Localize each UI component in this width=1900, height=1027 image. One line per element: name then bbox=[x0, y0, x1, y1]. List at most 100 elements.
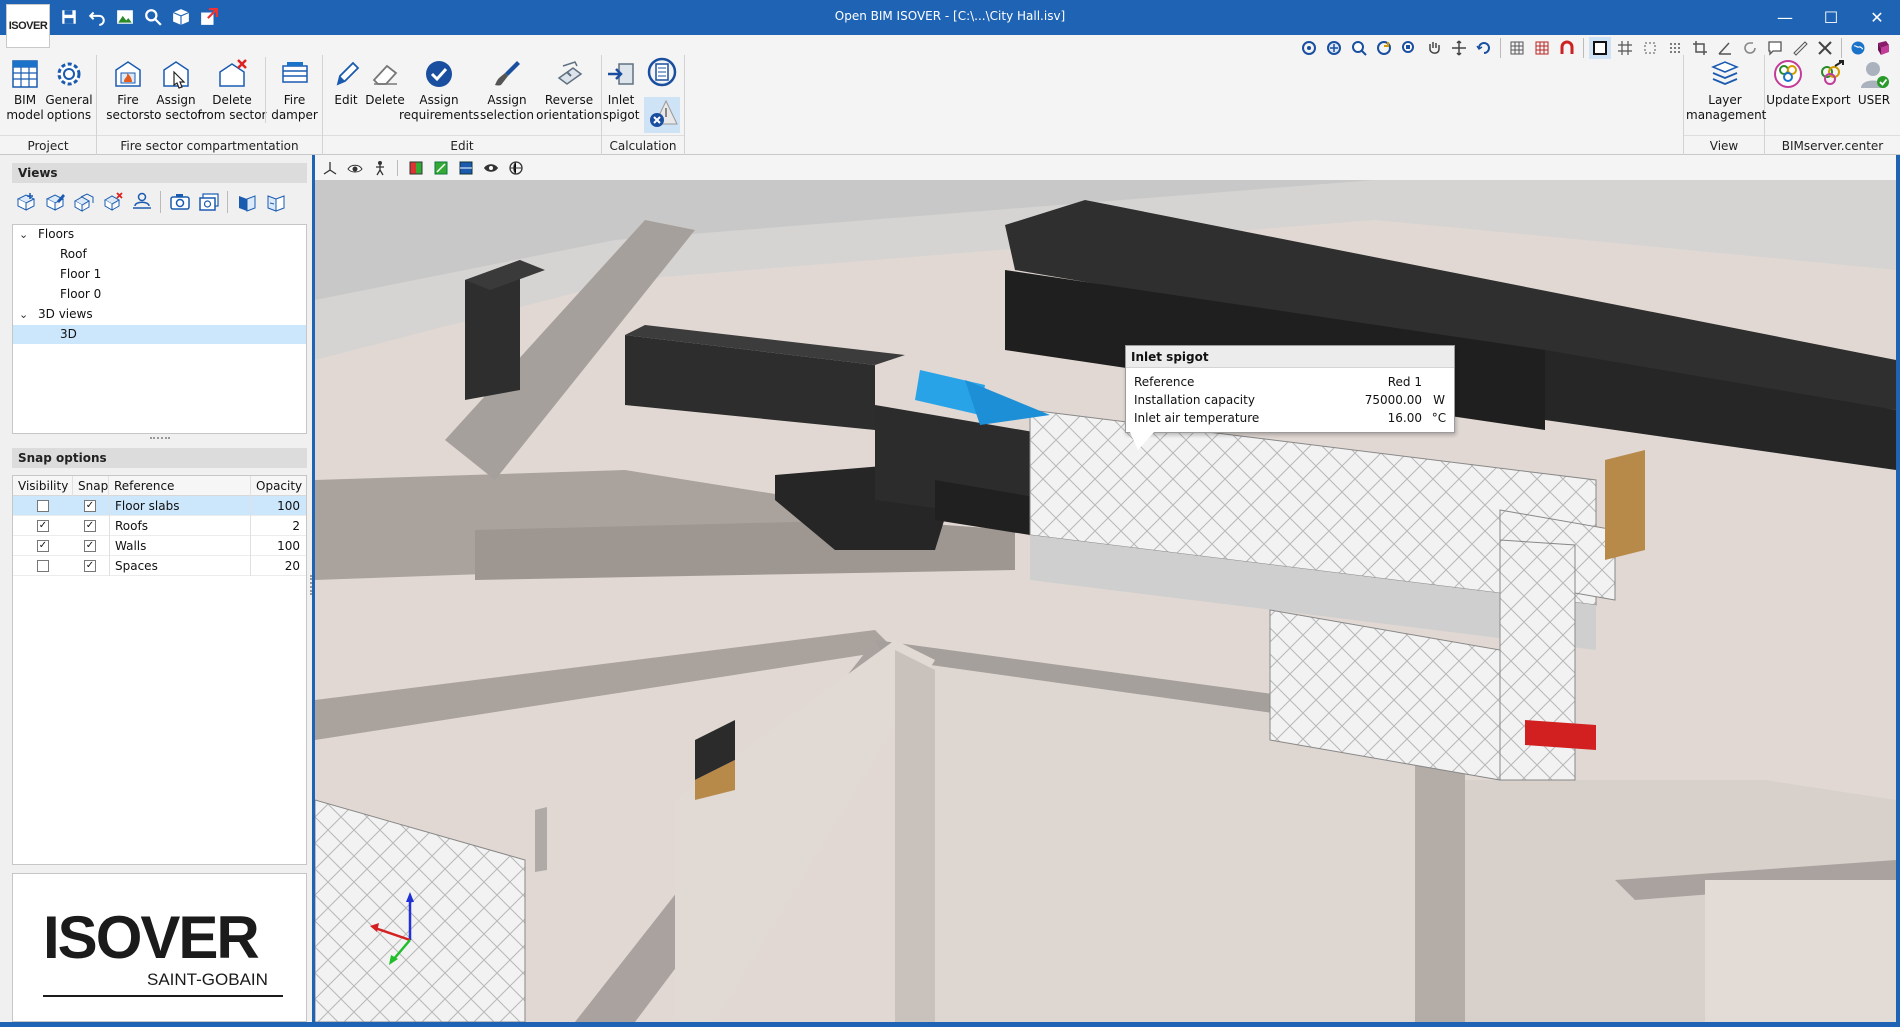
fire-damper-button[interactable]: Fire damper bbox=[265, 57, 323, 123]
camera-icon[interactable] bbox=[166, 189, 193, 215]
opacity-cell[interactable]: 100 bbox=[251, 496, 306, 516]
minimize-button[interactable]: — bbox=[1762, 0, 1808, 35]
visibility-checkbox[interactable]: ✓ bbox=[37, 520, 49, 532]
visibility-checkbox[interactable] bbox=[37, 560, 49, 572]
hash-grid-icon[interactable] bbox=[1614, 37, 1636, 59]
zoom-window-icon[interactable] bbox=[1398, 37, 1420, 59]
tree-item-3d-views[interactable]: ⌄ 3D views bbox=[13, 305, 306, 324]
tooltip-value: 16.00 bbox=[1387, 411, 1422, 425]
tooltip-unit: W bbox=[1433, 393, 1445, 407]
group-label-fire-sector: Fire sector compartmentation bbox=[97, 135, 322, 155]
title-bar: Open BIM ISOVER - [C:\...\City Hall.isv]… bbox=[0, 0, 1900, 35]
column-header-opacity[interactable]: Opacity bbox=[251, 476, 306, 496]
camera-gallery-icon[interactable] bbox=[195, 189, 222, 215]
opacity-cell[interactable]: 20 bbox=[251, 556, 306, 576]
zoom-in-icon[interactable] bbox=[1348, 37, 1370, 59]
reference-cell: Floor slabs bbox=[109, 496, 251, 516]
3d-viewport[interactable]: Inlet spigot Reference Red 1 Installatio… bbox=[315, 155, 1896, 1022]
window-title: Open BIM ISOVER - [C:\...\City Hall.isv] bbox=[834, 9, 1066, 23]
close-button[interactable]: ✕ bbox=[1854, 0, 1900, 35]
tree-item-floors[interactable]: ⌄ Floors bbox=[13, 225, 306, 244]
ribbon-group-fire-sector: Fire sectors Assign to sector Delete fro… bbox=[97, 55, 323, 155]
magnet-icon[interactable] bbox=[1556, 37, 1578, 59]
grid-toggle-icon[interactable] bbox=[1506, 37, 1528, 59]
reverse-orientation-button[interactable]: Reverse orientation bbox=[535, 57, 603, 123]
snap-checkbox[interactable]: ✓ bbox=[84, 560, 96, 572]
tree-item-floor-1[interactable]: Floor 1 bbox=[13, 265, 306, 284]
reference-cell: Walls bbox=[109, 536, 251, 556]
visibility-checkbox[interactable]: ✓ bbox=[37, 540, 49, 552]
person-walk-icon[interactable] bbox=[369, 157, 390, 178]
column-header-visibility[interactable]: Visibility bbox=[13, 476, 73, 496]
views-toolbar bbox=[12, 187, 307, 217]
3d-view-icon[interactable] bbox=[505, 157, 526, 178]
app-logo[interactable]: ISOVER bbox=[6, 4, 50, 48]
green-layer-icon[interactable] bbox=[430, 157, 451, 178]
visibility-checkbox[interactable] bbox=[37, 500, 49, 512]
calculate-button[interactable] bbox=[644, 55, 680, 91]
tree-item-3d[interactable]: 3D bbox=[13, 325, 306, 344]
reference-cell: Roofs bbox=[109, 516, 251, 536]
user-label: USER bbox=[1857, 93, 1891, 107]
maximize-button[interactable]: ☐ bbox=[1808, 0, 1854, 35]
snap-checkbox[interactable]: ✓ bbox=[84, 520, 96, 532]
section-view-icon[interactable] bbox=[233, 189, 260, 215]
new-view-icon[interactable] bbox=[12, 189, 39, 215]
visibility-eye-icon[interactable] bbox=[344, 157, 365, 178]
tree-item-floor-0[interactable]: Floor 0 bbox=[13, 285, 306, 304]
column-header-reference[interactable]: Reference bbox=[109, 476, 251, 496]
fire-damper-label-1: Fire bbox=[283, 93, 306, 107]
move-icon[interactable] bbox=[1448, 37, 1470, 59]
inlet-spigot-button[interactable]: Inlet spigot bbox=[596, 57, 646, 123]
hide-eye-icon[interactable] bbox=[480, 157, 501, 178]
dotted-box-icon[interactable] bbox=[1639, 37, 1661, 59]
zoom-all-icon[interactable] bbox=[1323, 37, 1345, 59]
tooltip-value: 75000.00 bbox=[1364, 393, 1422, 407]
opacity-cell[interactable]: 2 bbox=[251, 516, 306, 536]
edit-view-icon[interactable] bbox=[41, 189, 68, 215]
orbit-icon[interactable] bbox=[1298, 37, 1320, 59]
user-view-icon[interactable] bbox=[128, 189, 155, 215]
tree-item-roof[interactable]: Roof bbox=[13, 245, 306, 264]
table-row[interactable]: ✓ Floor slabs 100 bbox=[13, 496, 306, 516]
snap-checkbox[interactable]: ✓ bbox=[84, 500, 96, 512]
views-panel-title: Views bbox=[12, 163, 307, 183]
panel-splitter[interactable] bbox=[150, 437, 170, 441]
square-view-icon[interactable] bbox=[1589, 37, 1611, 59]
general-options-label-2: options bbox=[46, 108, 92, 122]
delete-from-sector-button[interactable]: Delete from sector bbox=[197, 57, 267, 123]
export-button[interactable]: Export bbox=[1809, 57, 1853, 108]
chevron-down-icon[interactable]: ⌄ bbox=[19, 225, 28, 244]
copy-view-icon[interactable] bbox=[70, 189, 97, 215]
layer-management-button[interactable]: Layer management bbox=[1686, 57, 1766, 123]
column-header-snap[interactable]: Snap bbox=[73, 476, 109, 496]
elevation-view-icon[interactable] bbox=[262, 189, 289, 215]
group-label-calculation: Calculation bbox=[602, 135, 684, 155]
delete-view-icon[interactable] bbox=[99, 189, 126, 215]
blue-layer-icon[interactable] bbox=[455, 157, 476, 178]
chevron-down-icon[interactable]: ⌄ bbox=[19, 305, 28, 324]
table-row[interactable]: ✓ Spaces 20 bbox=[13, 556, 306, 576]
vertical-splitter[interactable] bbox=[310, 575, 314, 595]
ribbon-group-edit: Edit Delete Assign requirements Assign s… bbox=[323, 55, 602, 155]
snap-checkbox[interactable]: ✓ bbox=[84, 540, 96, 552]
fire-damper[interactable] bbox=[1525, 720, 1596, 750]
update-button[interactable]: Update bbox=[1765, 57, 1811, 108]
table-row[interactable]: ✓ ✓ Walls 100 bbox=[13, 536, 306, 556]
separator bbox=[227, 191, 228, 213]
color-palette-icon[interactable] bbox=[405, 157, 426, 178]
check-errors-button[interactable] bbox=[644, 97, 680, 133]
axes-icon[interactable] bbox=[319, 157, 340, 178]
assign-requirements-button[interactable]: Assign requirements bbox=[399, 57, 479, 123]
grid-red-icon[interactable] bbox=[1531, 37, 1553, 59]
ribbon-group-bimserver: Update Export USER BIMserver.center bbox=[1765, 55, 1900, 155]
assign-selection-button[interactable]: Assign selection bbox=[476, 57, 538, 123]
3d-scene[interactable] bbox=[315, 180, 1896, 1022]
pan-hand-icon[interactable] bbox=[1423, 37, 1445, 59]
table-row[interactable]: ✓ ✓ Roofs 2 bbox=[13, 516, 306, 536]
opacity-cell[interactable]: 100 bbox=[251, 536, 306, 556]
rotate-icon[interactable] bbox=[1473, 37, 1495, 59]
user-button[interactable]: USER bbox=[1851, 57, 1897, 108]
zoom-refresh-icon[interactable] bbox=[1373, 37, 1395, 59]
general-options-button[interactable]: General options bbox=[40, 57, 98, 123]
